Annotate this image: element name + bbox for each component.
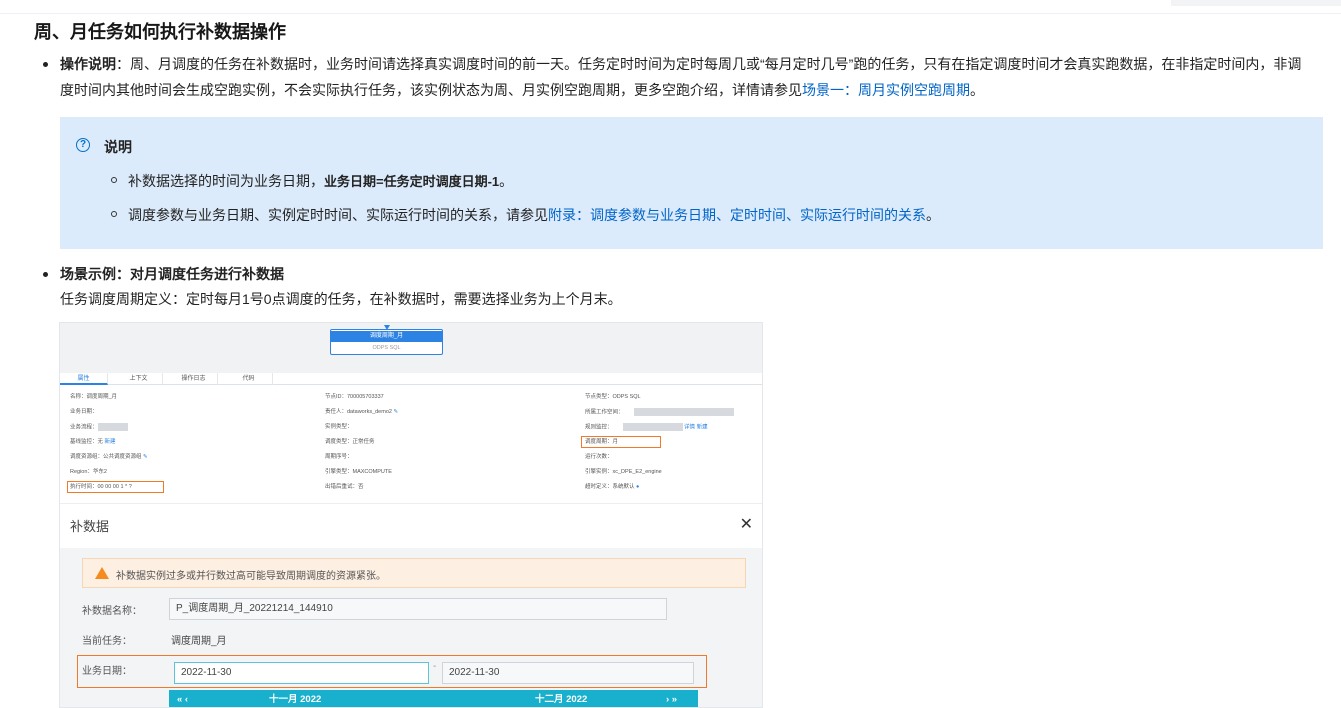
period: 。 — [970, 82, 984, 98]
prop-cycle-no: 周期序号： — [325, 454, 353, 460]
question-icon: ? — [76, 138, 90, 152]
dag-node[interactable]: 调度周期_月 ODPS SQL — [330, 325, 443, 355]
note-formula: 业务日期=任务定时调度日期-1 — [324, 174, 500, 189]
operation-label: 操作说明 — [60, 56, 116, 72]
detail-link[interactable]: 详情 — [684, 424, 695, 430]
highlight-exec-time — [67, 481, 164, 493]
page-title: 周、月任务如何执行补数据操作 — [34, 22, 286, 42]
prop-resource-label: 调度资源组：公共调度资源组 — [70, 454, 142, 460]
prop-flow: 业务流程： — [70, 423, 128, 432]
prop-tabs: 属性 上下文 操作日志 代码 — [60, 373, 762, 385]
tab-props[interactable]: 属性 — [60, 373, 108, 385]
top-corner — [1171, 0, 1341, 6]
warning-banner: 补数据实例过多或并行数过高可能导致周期调度的资源紧张。 — [82, 558, 746, 588]
prop-retry: 出错后重试：否 — [325, 484, 364, 490]
modal-body: 补数据实例过多或并行数过高可能导致周期调度的资源紧张。 补数据名称： P_调度周… — [60, 548, 762, 707]
prop-baseline-label: 基线监控：无 — [70, 439, 104, 445]
masked-block — [97, 423, 128, 431]
embedded-screenshot: 调度周期_月 ODPS SQL 属性 上下文 操作日志 代码 名称：调度周期_月… — [59, 322, 763, 708]
prop-resource: 调度资源组：公共调度资源组 ✎ — [70, 453, 148, 462]
period: 。 — [499, 173, 514, 189]
cal-right-month: 十二月 2022 — [535, 694, 588, 705]
note-item: 补数据选择的时间为业务日期，业务日期=任务定时调度日期-1。 — [111, 171, 514, 191]
prop-owner-label: 责任人：dataworks_demo2 — [325, 409, 392, 415]
note-box: ? 说明 补数据选择的时间为业务日期，业务日期=任务定时调度日期-1。 调度参数… — [60, 117, 1323, 249]
note-heading: 说明 — [104, 139, 132, 155]
backfill-modal: 补数据 ✕ 补数据实例过多或并行数过高可能导致周期调度的资源紧张。 补数据名称：… — [60, 503, 762, 707]
backfill-name-input[interactable]: P_调度周期_月_20221214_144910 — [169, 598, 667, 620]
bullet-dot — [43, 272, 48, 277]
prop-inst-type: 实例类型： — [325, 424, 353, 430]
info-icon: ● — [636, 484, 640, 490]
prop-biz-date: 业务日期： — [70, 409, 98, 415]
node-arrow-icon — [384, 325, 390, 330]
task-value: 调度周期_月 — [171, 636, 227, 647]
tab-log[interactable]: 操作日志 — [170, 373, 218, 385]
warning-icon — [95, 567, 109, 579]
operation-text: ：周、月调度的任务在补数据时，业务时间请选择真实调度时间的前一天。任务定时时间为… — [60, 56, 1302, 98]
tab-code[interactable]: 代码 — [225, 373, 273, 385]
top-bar — [0, 0, 1341, 14]
masked-block — [633, 408, 734, 416]
prop-baseline: 基线监控：无 新建 — [70, 438, 116, 447]
circle-bullet — [111, 211, 117, 217]
prop-rule: 规则监控： 详情 新建 — [585, 423, 708, 432]
task-label: 当前任务： — [82, 636, 132, 647]
prop-timeout: 超时定义：系统默认 ● — [585, 483, 639, 492]
dag-canvas: 调度周期_月 ODPS SQL — [60, 323, 762, 373]
period: 。 — [926, 207, 940, 223]
prop-workspace-label: 所属工作空间： — [585, 409, 624, 416]
prev-nav-icon[interactable]: « ‹ — [177, 690, 188, 707]
prop-run-count: 运行次数： — [585, 454, 613, 460]
prop-region: Region：华东2 — [70, 469, 107, 475]
masked-block — [622, 423, 683, 431]
edit-icon[interactable]: ✎ — [393, 409, 398, 415]
cal-left-month: 十一月 2022 — [269, 694, 322, 705]
new-link[interactable]: 新建 — [697, 424, 708, 430]
edit-icon[interactable]: ✎ — [143, 454, 148, 460]
circle-bullet — [111, 177, 117, 183]
highlight-cycle — [581, 436, 661, 448]
next-nav-icon[interactable]: › » — [666, 690, 677, 707]
tab-context[interactable]: 上下文 — [115, 373, 163, 385]
prop-owner: 责任人：dataworks_demo2 ✎ — [325, 408, 398, 417]
operation-note: 操作说明：周、月调度的任务在补数据时，业务时间请选择真实调度时间的前一天。任务定… — [43, 51, 1310, 103]
name-label: 补数据名称： — [82, 606, 142, 617]
prop-sched-type: 调度类型：正常任务 — [325, 439, 375, 445]
note-item: 调度参数与业务日期、实例定时时间、实际运行时间的关系，请参见附录：调度参数与业务… — [111, 205, 940, 225]
prop-workspace: 所属工作空间： — [585, 408, 734, 417]
prop-name: 名称：调度周期_月 — [70, 394, 118, 400]
prop-engine-inst: 引擎实例：xc_DPE_E2_engine — [585, 469, 662, 475]
highlight-biz-date — [77, 655, 707, 688]
scenario-heading: 场景示例：对月调度任务进行补数据 — [43, 261, 284, 287]
modal-title: 补数据 — [70, 519, 110, 534]
node-type: ODPS SQL — [372, 345, 401, 351]
prop-flow-label: 业务流程： — [70, 424, 98, 431]
scenario-link[interactable]: 场景一：周月实例空跑周期 — [802, 82, 970, 98]
note-text: 补数据选择的时间为业务日期， — [128, 173, 324, 189]
warning-text: 补数据实例过多或并行数过高可能导致周期调度的资源紧张。 — [116, 571, 386, 582]
scenario-label: 场景示例：对月调度任务进行补数据 — [60, 266, 284, 282]
close-icon[interactable]: ✕ — [740, 514, 753, 534]
calendar-header: « ‹ 十一月 2022 十二月 2022 › » — [169, 690, 698, 707]
scenario-desc: 任务调度周期定义：定时每月1号0点调度的任务，在补数据时，需要选择业务为上个月末… — [60, 291, 622, 307]
prop-rule-label: 规则监控： — [585, 424, 613, 431]
baseline-new-link[interactable]: 新建 — [105, 439, 116, 445]
prop-node-id: 节点ID：700005703337 — [325, 394, 384, 400]
bullet-dot — [43, 62, 48, 67]
note-text: 调度参数与业务日期、实例定时时间、实际运行时间的关系，请参见 — [128, 207, 548, 223]
node-title: 调度周期_月 — [331, 331, 442, 342]
appendix-link[interactable]: 附录：调度参数与业务日期、定时时间、实际运行时间的关系 — [548, 207, 926, 223]
prop-node-type: 节点类型：ODPS SQL — [585, 394, 641, 400]
prop-engine-type: 引擎类型：MAXCOMPUTE — [325, 469, 392, 475]
prop-timeout-label: 超时定义：系统默认 — [585, 484, 635, 490]
